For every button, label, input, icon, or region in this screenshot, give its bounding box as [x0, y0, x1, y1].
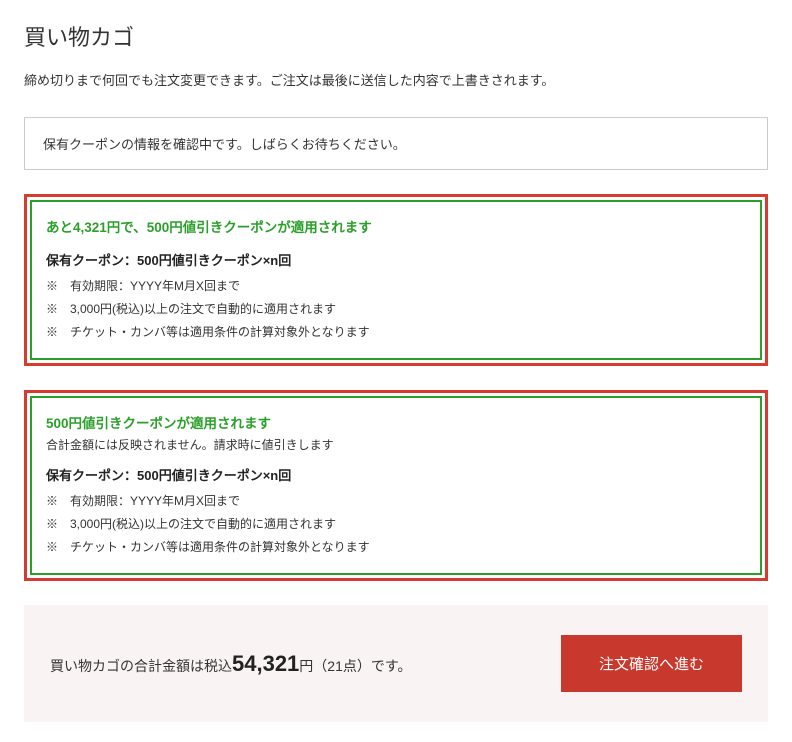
coupon-threshold-title: あと4,321円で、500円値引きクーポンが適用されます [46, 216, 746, 236]
coupon-held-line: 保有クーポン：500円値引きクーポン×n回 [46, 250, 746, 269]
page-title: 買い物カゴ [24, 20, 768, 52]
proceed-to-confirm-button[interactable]: 注文確認へ進む [561, 635, 742, 692]
page-subtext: 締め切りまで何回でも注文変更できます。ご注文は最後に送信した内容で上書きされます… [24, 70, 768, 89]
coupon-loading-message: 保有クーポンの情報を確認中です。しばらくお待ちください。 [43, 137, 406, 152]
coupon-box-inner: あと4,321円で、500円値引きクーポンが適用されます 保有クーポン：500円… [30, 200, 762, 360]
coupon-box-threshold: あと4,321円で、500円値引きクーポンが適用されます 保有クーポン：500円… [24, 194, 768, 366]
total-amount: 54,321 [232, 651, 299, 676]
cart-total-text: 買い物カゴの合計金額は税込54,321円（21点）です。 [50, 651, 411, 677]
total-post: 円（21点）です。 [299, 658, 411, 674]
coupon-note: ※ 3,000円(税込)以上の注文で自動的に適用されます [46, 300, 746, 317]
coupon-applied-sub: 合計金額には反映されません。請求時に値引きします [46, 436, 746, 453]
total-pre: 買い物カゴの合計金額は税込 [50, 658, 232, 674]
coupon-loading-box: 保有クーポンの情報を確認中です。しばらくお待ちください。 [24, 117, 768, 170]
coupon-box-applied: 500円値引きクーポンが適用されます 合計金額には反映されません。請求時に値引き… [24, 390, 768, 581]
coupon-note: ※ 有効期限：YYYY年M月X回まで [46, 492, 746, 509]
cart-total-bar: 買い物カゴの合計金額は税込54,321円（21点）です。 注文確認へ進む [24, 605, 768, 722]
coupon-note: ※ チケット・カンバ等は適用条件の計算対象外となります [46, 323, 746, 340]
coupon-held-line: 保有クーポン：500円値引きクーポン×n回 [46, 465, 746, 484]
coupon-note: ※ 3,000円(税込)以上の注文で自動的に適用されます [46, 515, 746, 532]
coupon-box-inner: 500円値引きクーポンが適用されます 合計金額には反映されません。請求時に値引き… [30, 396, 762, 575]
coupon-note: ※ チケット・カンバ等は適用条件の計算対象外となります [46, 538, 746, 555]
coupon-applied-title: 500円値引きクーポンが適用されます [46, 412, 746, 432]
coupon-note: ※ 有効期限：YYYY年M月X回まで [46, 277, 746, 294]
